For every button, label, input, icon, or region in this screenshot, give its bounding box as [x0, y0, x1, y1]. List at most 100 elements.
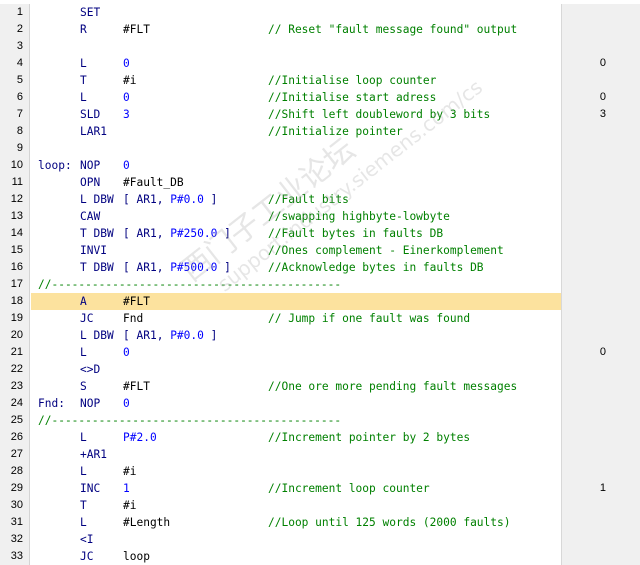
indirect-address: [ AR1, P#0.0 ]: [123, 329, 218, 342]
code-text-area[interactable]: JC loop: [31, 548, 561, 565]
code-line[interactable]: 16 T DBW [ AR1, P#500.0 ] //Acknowledge byt…: [0, 259, 640, 276]
code-line[interactable]: 33 JC loop: [0, 548, 640, 565]
code-line[interactable]: 20 L DBW [ AR1, P#0.0 ]: [0, 327, 640, 344]
code-text-area[interactable]: INC 1 //Increment loop counter: [31, 480, 561, 497]
code-text-area[interactable]: L DBW [ AR1, P#0.0 ] //Fault bits: [31, 191, 561, 208]
code-line[interactable]: 31 L #Length //Loop until 125 words (2000 f…: [0, 514, 640, 531]
code-line[interactable]: 32 <I: [0, 531, 640, 548]
code-line[interactable]: 26 L P#2.0 //Increment pointer by 2 bytes: [0, 429, 640, 446]
code-line[interactable]: 3: [0, 38, 640, 55]
code-line[interactable]: 10 loop: NOP 0: [0, 157, 640, 174]
code-text-area[interactable]: A #FLT: [31, 293, 561, 310]
instruction: S: [80, 380, 87, 393]
code-text-area[interactable]: R #FLT // Reset "fault message found" outp…: [31, 21, 561, 38]
code-line[interactable]: 29 INC 1 //Increment loop counter 1: [0, 480, 640, 497]
status-value-cell: [561, 242, 640, 259]
accu-value: 0: [599, 346, 606, 358]
code-line[interactable]: 27 +AR1: [0, 446, 640, 463]
code-line[interactable]: 4L00: [0, 55, 640, 72]
code-line[interactable]: 19 JC Fnd // Jump if one fault was found: [0, 310, 640, 327]
code-line[interactable]: 17 //------------------------------------…: [0, 276, 640, 293]
code-text-area[interactable]: S #FLT //One ore more pending fault messag…: [31, 378, 561, 395]
code-text-area[interactable]: L #i: [31, 463, 561, 480]
code-line[interactable]: 6 L 0 //Initialise start adress 0: [0, 89, 640, 106]
code-text-area[interactable]: <>D: [31, 361, 561, 378]
code-text-area[interactable]: SET: [31, 4, 561, 21]
code-line[interactable]: 28 L #i: [0, 463, 640, 480]
instruction: L: [80, 516, 87, 529]
code-text-area[interactable]: [31, 38, 561, 55]
code-line[interactable]: 22 <>D: [0, 361, 640, 378]
status-value-cell: [561, 21, 640, 38]
code-text-area[interactable]: L #Length //Loop until 125 words (2000 fau…: [31, 514, 561, 531]
status-value-cell: [561, 327, 640, 344]
instruction: L: [80, 346, 87, 359]
code-text-area[interactable]: INVI //Ones complement - Einerkomplement: [31, 242, 561, 259]
status-value-cell: [561, 463, 640, 480]
code-line[interactable]: 2 R #FLT // Reset "fault message found" out…: [0, 21, 640, 38]
code-line[interactable]: 25 //------------------------------------…: [0, 412, 640, 429]
code-text-area[interactable]: L0: [31, 55, 561, 72]
status-value-cell: [561, 276, 640, 293]
code-line[interactable]: 11 OPN #Fault_DB: [0, 174, 640, 191]
code-line[interactable]: 1 SET: [0, 4, 640, 21]
status-value-cell: [561, 429, 640, 446]
line-comment: //Initialise loop counter: [268, 74, 437, 87]
code-text-area[interactable]: LAR1 //Initialize pointer: [31, 123, 561, 140]
code-text-area[interactable]: //--------------------------------------…: [31, 412, 561, 429]
code-text-area[interactable]: JC Fnd // Jump if one fault was found: [31, 310, 561, 327]
line-number: 27: [0, 446, 30, 463]
code-line[interactable]: 14 T DBW [ AR1, P#250.0 ] //Fault bytes in …: [0, 225, 640, 242]
code-text-area[interactable]: SLD 3 //Shift left doubleword by 3 bits: [31, 106, 561, 123]
code-text-area[interactable]: CAW //swapping highbyte-lowbyte: [31, 208, 561, 225]
instruction: L: [80, 465, 87, 478]
line-comment: //Fault bytes in faults DB: [268, 227, 444, 240]
code-text-area[interactable]: +AR1: [31, 446, 561, 463]
instruction: T: [80, 74, 87, 87]
code-line[interactable]: 13 CAW //swapping highbyte-lowbyte: [0, 208, 640, 225]
status-value-cell: [561, 531, 640, 548]
line-number: 16: [0, 259, 30, 276]
status-value-cell: [561, 497, 640, 514]
code-line[interactable]: 24 Fnd: NOP 0: [0, 395, 640, 412]
status-value-cell: [561, 191, 640, 208]
status-value-cell: [561, 514, 640, 531]
code-line[interactable]: 18 A #FLT: [0, 293, 640, 310]
code-line[interactable]: 30 T #i: [0, 497, 640, 514]
operand: #Length: [123, 516, 171, 529]
code-text-area[interactable]: OPN #Fault_DB: [31, 174, 561, 191]
code-line[interactable]: 8 LAR1 //Initialize pointer: [0, 123, 640, 140]
code-text-area[interactable]: loop: NOP 0: [31, 157, 561, 174]
code-text-area[interactable]: Fnd: NOP 0: [31, 395, 561, 412]
code-text-area[interactable]: [31, 140, 561, 157]
code-line[interactable]: 7 SLD 3 //Shift left doubleword by 3 bits 3: [0, 106, 640, 123]
code-line[interactable]: 15 INVI //Ones complement - Einerkomplemen…: [0, 242, 640, 259]
code-text-area[interactable]: T #i //Initialise loop counter: [31, 72, 561, 89]
status-value-cell: [561, 259, 640, 276]
instruction: INVI: [80, 244, 107, 257]
code-text-area[interactable]: T DBW [ AR1, P#250.0 ] //Fault bytes in fa…: [31, 225, 561, 242]
code-text-area[interactable]: L P#2.0 //Increment pointer by 2 bytes: [31, 429, 561, 446]
code-text-area[interactable]: T DBW [ AR1, P#500.0 ] //Acknowledge bytes…: [31, 259, 561, 276]
accu-value: 1: [599, 482, 606, 494]
line-number: 22: [0, 361, 30, 378]
instruction: L DBW: [80, 193, 114, 206]
code-line[interactable]: 23 S #FLT //One ore more pending fault mess…: [0, 378, 640, 395]
code-text-area[interactable]: //--------------------------------------…: [31, 276, 561, 293]
code-text-area[interactable]: T #i: [31, 497, 561, 514]
instruction: <>D: [80, 363, 101, 376]
instruction: INC: [80, 482, 101, 495]
code-text-area[interactable]: L DBW [ AR1, P#0.0 ]: [31, 327, 561, 344]
code-line[interactable]: 12 L DBW [ AR1, P#0.0 ] //Fault bits: [0, 191, 640, 208]
code-line[interactable]: 9: [0, 140, 640, 157]
code-text-area[interactable]: L 0 //Initialise start adress: [31, 89, 561, 106]
code-line[interactable]: 21 L 0 0: [0, 344, 640, 361]
code-text-area[interactable]: L0: [31, 344, 561, 361]
line-number: 31: [0, 514, 30, 531]
operand: 0: [123, 91, 130, 104]
line-number: 32: [0, 531, 30, 548]
code-line[interactable]: 5 T #i //Initialise loop counter: [0, 72, 640, 89]
stl-code-editor[interactable]: 1 SET 2 R #FLT // Reset "fault message found"…: [0, 0, 640, 565]
code-text-area[interactable]: <I: [31, 531, 561, 548]
line-number: 14: [0, 225, 30, 242]
